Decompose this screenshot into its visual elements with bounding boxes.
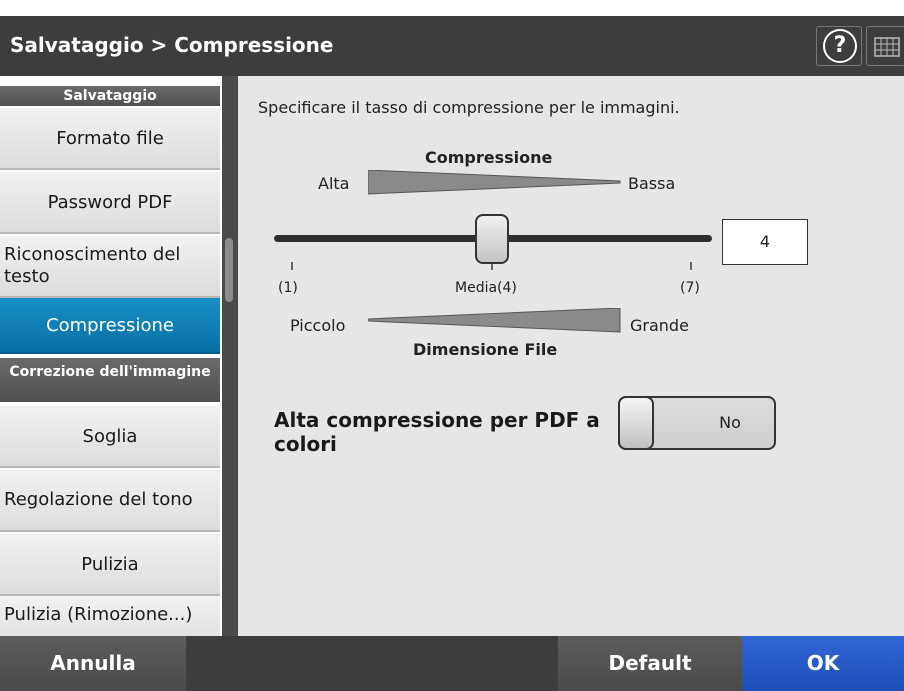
scrollbar-thumb[interactable]: [225, 238, 233, 302]
tick-label-min: (1): [278, 280, 298, 296]
high-label: Alta: [318, 174, 350, 193]
sidebar-item-regolazione-tono[interactable]: Regolazione del tono: [0, 470, 220, 532]
keyboard-button[interactable]: [866, 26, 904, 66]
compression-slider-thumb[interactable]: [474, 214, 509, 264]
sidebar-item-riconoscimento-testo[interactable]: Riconoscimento del testo: [0, 236, 220, 298]
sidebar-item-label: Pulizia: [81, 553, 139, 575]
sidebar-item-label: Riconoscimento del testo: [4, 244, 181, 287]
keyboard-icon: [874, 37, 900, 57]
ok-button[interactable]: OK: [742, 636, 904, 691]
sidebar-item-pulizia-rimozione[interactable]: Pulizia (Rimozione...): [0, 596, 220, 636]
cancel-button[interactable]: Annulla: [0, 636, 186, 691]
default-button[interactable]: Default: [558, 636, 742, 691]
title-bar: Salvataggio > Compressione ?: [0, 16, 904, 76]
page-title: Salvataggio > Compressione: [10, 33, 334, 57]
sidebar-item-label: Pulizia (Rimozione...): [4, 604, 193, 625]
sidebar-item-soglia[interactable]: Soglia: [0, 406, 220, 468]
help-icon: ?: [823, 29, 857, 63]
compression-panel: Specificare il tasso di compressione per…: [238, 76, 904, 636]
description-text: Specificare il tasso di compressione per…: [258, 98, 680, 117]
slider-tick-min: [291, 262, 293, 270]
sidebar-item-label: Soglia: [82, 425, 138, 447]
sidebar-item-label: Password PDF: [47, 191, 173, 213]
high-compression-toggle[interactable]: No: [618, 396, 776, 450]
sidebar-item-pulizia[interactable]: Pulizia: [0, 534, 220, 596]
file-size-wedge: [368, 308, 621, 333]
file-size-heading: Dimensione File: [413, 340, 558, 359]
tick-label-max: (7): [680, 280, 700, 296]
sidebar-item-label: Regolazione del tono: [4, 489, 193, 510]
compression-value-field[interactable]: 4: [722, 219, 808, 265]
slider-tick-max: [690, 262, 692, 270]
help-button[interactable]: ?: [816, 26, 862, 66]
sidebar-item-label: Formato file: [56, 127, 164, 149]
sidebar-item-label: Compressione: [46, 314, 174, 336]
sidebar-section-salvataggio: Salvataggio: [0, 86, 220, 106]
sidebar-item-formato-file[interactable]: Formato file: [0, 108, 220, 170]
tick-label-mid: Media(4): [455, 280, 517, 296]
sidebar-item-password-pdf[interactable]: Password PDF: [0, 172, 220, 234]
sidebar-item-compressione[interactable]: Compressione: [0, 298, 220, 354]
large-label: Grande: [630, 316, 689, 335]
toggle-value: No: [719, 413, 741, 432]
sidebar-scrollbar[interactable]: [222, 76, 238, 636]
toggle-knob[interactable]: [618, 396, 654, 450]
compression-wedge: [368, 170, 621, 195]
sidebar-section-correzione: Correzione dell'immagine: [0, 358, 220, 402]
small-label: Piccolo: [290, 316, 346, 335]
sidebar: Salvataggio Formato file Password PDF Ri…: [0, 76, 222, 636]
footer-bar: Annulla Default OK: [0, 636, 904, 691]
low-label: Bassa: [628, 174, 676, 193]
high-compression-label: Alta compressione per PDF a colori: [274, 408, 600, 456]
compression-heading: Compressione: [425, 148, 553, 167]
